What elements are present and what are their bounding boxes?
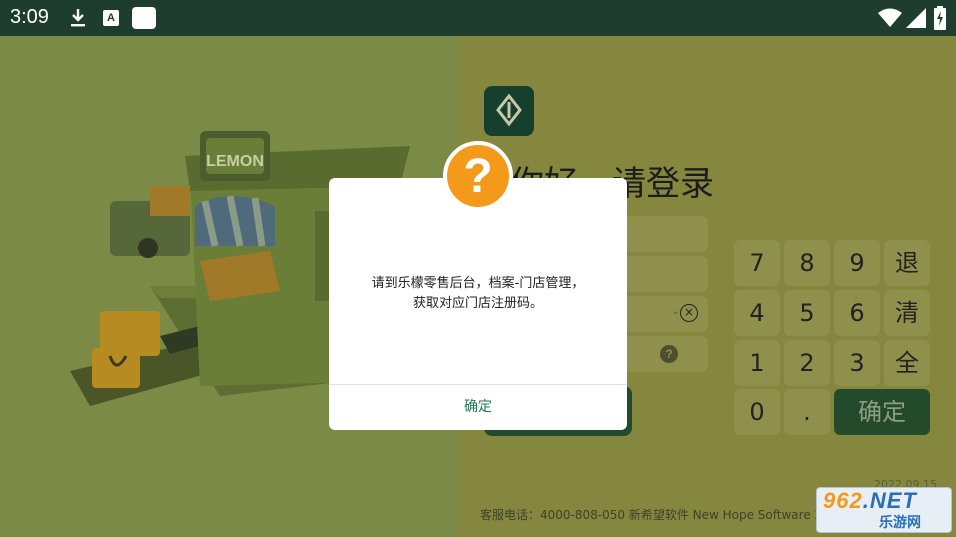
key-clear[interactable]: 清 xyxy=(884,290,930,336)
dialog-message-line1: 请到乐檬零售后台，档案-门店管理， xyxy=(371,276,585,291)
help-icon[interactable]: ? xyxy=(660,345,678,363)
key-7[interactable]: 7 xyxy=(734,240,780,286)
dialog-confirm-button[interactable]: 确定 xyxy=(329,385,627,430)
svg-text:LEMON: LEMON xyxy=(206,153,264,170)
watermark-bottom: 乐游网 xyxy=(879,515,921,531)
watermark-top: 962.NET xyxy=(823,488,917,514)
key-4[interactable]: 4 xyxy=(734,290,780,336)
signal-icon xyxy=(906,8,926,28)
status-time: 3:09 xyxy=(10,6,49,28)
registration-dialog: 请到乐檬零售后台，档案-门店管理， 获取对应门店注册码。 确定 xyxy=(329,178,627,430)
key-8[interactable]: 8 xyxy=(784,240,830,286)
key-backspace[interactable]: 退 xyxy=(884,240,930,286)
a-icon: A xyxy=(103,10,119,26)
key-3[interactable]: 3 xyxy=(834,340,880,386)
key-0[interactable]: 0 xyxy=(734,389,780,435)
wifi-icon xyxy=(878,8,902,27)
clear-icon[interactable]: × xyxy=(680,304,698,322)
keypad-confirm-button[interactable]: 确定 xyxy=(834,389,930,435)
watermark-logo: 962.NET 乐游网 xyxy=(816,487,952,533)
eye-icon[interactable]: ᵕ xyxy=(673,307,678,320)
dialog-message: 请到乐檬零售后台，档案-门店管理， 获取对应门店注册码。 xyxy=(329,274,627,314)
square-icon xyxy=(132,7,156,29)
key-6[interactable]: 6 xyxy=(834,290,880,336)
key-dot[interactable]: . xyxy=(784,389,830,435)
leaf-icon xyxy=(496,93,522,127)
download-icon xyxy=(71,9,85,27)
key-1[interactable]: 1 xyxy=(734,340,780,386)
footer-text: 客服电话：4000-808-050 新希望软件 New Hope Softwar… xyxy=(480,508,830,522)
question-icon: ? xyxy=(443,141,513,211)
watermark-number: 962 xyxy=(823,488,863,513)
battery-icon xyxy=(934,6,946,30)
key-5[interactable]: 5 xyxy=(784,290,830,336)
app-logo xyxy=(484,86,534,136)
watermark-suffix: .NET xyxy=(862,488,917,513)
key-2[interactable]: 2 xyxy=(784,340,830,386)
dialog-message-line2: 获取对应门店注册码。 xyxy=(412,296,543,311)
key-select-all[interactable]: 全 xyxy=(884,340,930,386)
status-bar: 3:09 A xyxy=(0,0,956,36)
key-9[interactable]: 9 xyxy=(834,240,880,286)
